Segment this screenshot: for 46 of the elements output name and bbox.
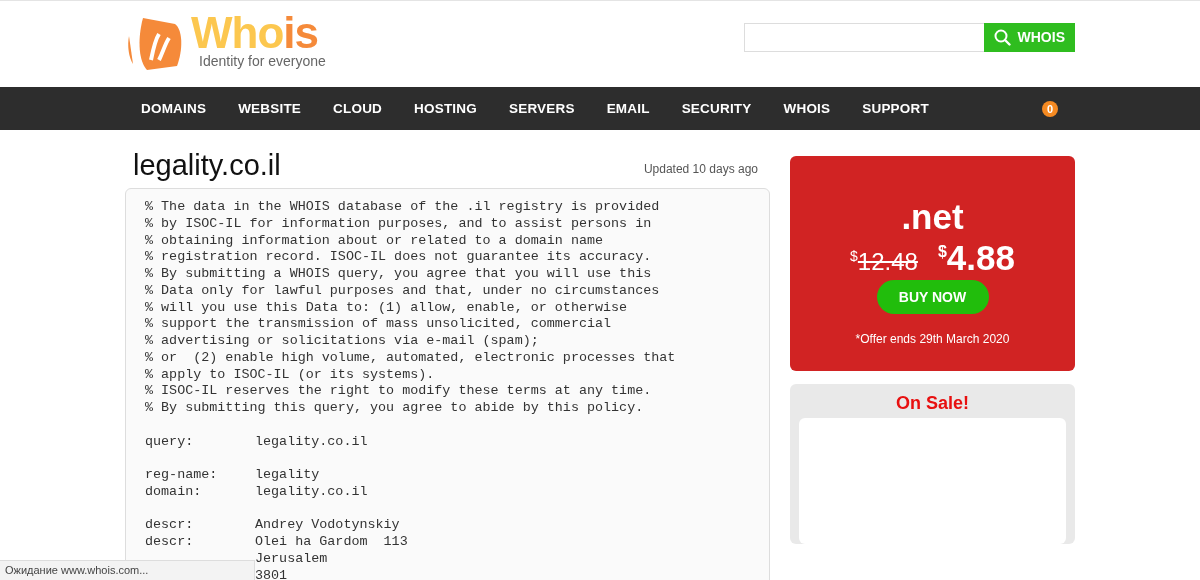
logo-tagline: Identity for everyone [199,53,326,69]
notice-line: % By submitting this query, you agree to abide by this policy. [145,400,645,417]
nav-link[interactable]: HOSTING [414,101,477,116]
field-value: Olei ha Gardom 113 [255,534,408,551]
field-label: reg-name: [145,467,219,484]
notice-line: % Data only for lawful purposes and that, under no circumstances [145,282,661,300]
nav-link[interactable]: SECURITY [681,101,752,116]
notice-line: % By submitting a WHOIS query, you agree that you will use this [145,266,653,283]
new-price: $^{$}$4.88 [937,238,1015,278]
search-icon [993,28,1011,46]
field-label: descr: [145,534,195,551]
nav-link[interactable]: EMAIL [606,101,650,116]
search-field[interactable] [743,22,984,52]
browser-status-bar: Ожидание www.whois.com... [0,560,255,580]
sale-title: On Sale! [896,392,969,414]
nav-link[interactable]: SUPPORT [862,101,929,116]
nav-link[interactable]: WHOIS [783,101,831,116]
nav-link[interactable]: WEBSITE [238,101,302,116]
notice-line: % apply to ISOC-IL (or its systems). [145,366,436,384]
field-label: domain: [145,483,203,501]
field-value: legality.co.il [255,433,368,451]
nav-link[interactable]: SERVERS [508,101,575,116]
nav-link[interactable]: DOMAINS [141,101,207,116]
notice-line: % support the transmission of mass unsolicited, commercial [145,316,613,333]
field-value: legality.co.il [255,483,368,501]
offer-note: *Offer ends 29th March 2020 [855,332,1010,346]
field-label: descr: [145,517,195,534]
notice-line: % obtaining information about or related to a domain name [145,232,605,250]
field-value: 3801 [255,567,288,580]
notice-line: % or (2) enable high volume, automated, electronic processes that [145,349,677,367]
promo-tld: .net [901,198,964,236]
old-price: $^{$}$12.48 [850,248,918,276]
logo-wordmark: Whois [191,13,319,53]
updated-text: Updated 10 days ago [643,162,758,176]
notice-line: % registration record. ISOC-IL does not guarantee its accuracy. [145,249,653,266]
field-value: Andrey Vodotynskiy [255,517,400,534]
field-value: Jerusalem [255,550,328,568]
notice-line: % advertising or solicitations via e-mail (spam); [145,333,540,350]
field-value: legality [255,467,320,484]
domain-title: legality.co.il [133,148,281,182]
notice-line: % by ISOC-IL for information purposes, and to assist persons in [145,215,653,233]
notice-line: % The data in the WHOIS database of the .il registry is provided [145,199,661,216]
notice-line: % will you use this Data to: (1) allow, enable, or otherwise [145,299,629,317]
notice-line: % ISOC-IL reserves the right to modify these terms at any time. [145,383,653,400]
nav-link[interactable]: CLOUD [333,101,383,116]
field-label: query: [145,433,195,451]
